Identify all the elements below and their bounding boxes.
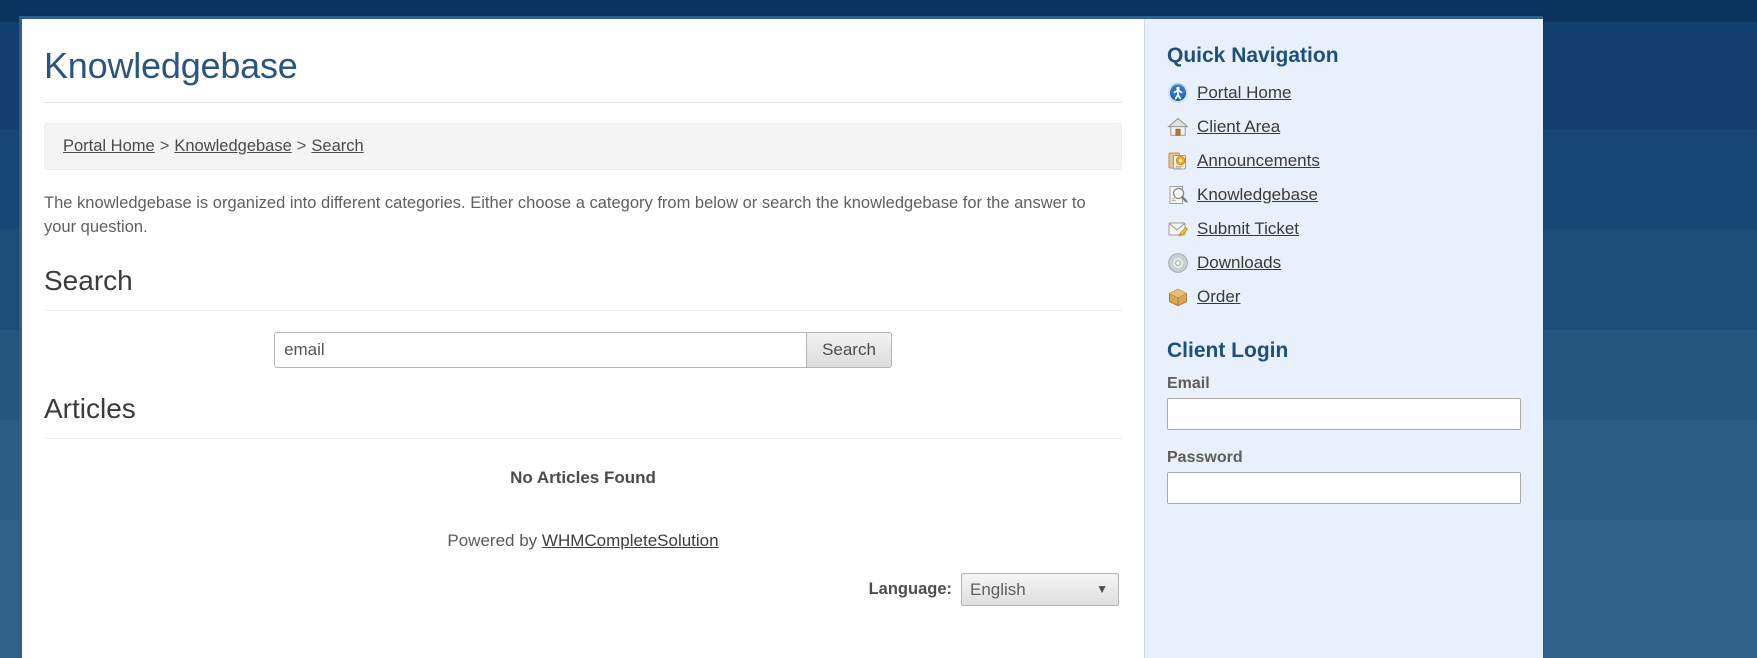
sidebar-item-label[interactable]: Portal Home bbox=[1197, 83, 1291, 103]
sidebar-item-order[interactable]: Order bbox=[1167, 286, 1521, 308]
breadcrumb-item-search[interactable]: Search bbox=[311, 137, 363, 155]
site-frame: Knowledgebase Portal Home > Knowledgebase >… bbox=[19, 16, 1543, 658]
sidebar-item-client-area[interactable]: Client Area bbox=[1167, 116, 1521, 138]
sidebar-item-label[interactable]: Knowledgebase bbox=[1197, 185, 1318, 205]
sidebar-item-announcements[interactable]: Announcements bbox=[1167, 150, 1521, 172]
language-select-wrapper: English ▼ bbox=[961, 572, 1119, 606]
articles-section-heading: Articles bbox=[44, 393, 136, 425]
sidebar-item-label[interactable]: Submit Ticket bbox=[1197, 219, 1299, 239]
sidebar-item-downloads[interactable]: Downloads bbox=[1167, 252, 1521, 274]
search-section-heading: Search bbox=[44, 265, 133, 297]
package-box-icon bbox=[1167, 286, 1189, 308]
breadcrumb-item-knowledgebase[interactable]: Knowledgebase bbox=[174, 137, 291, 155]
disc-icon bbox=[1167, 252, 1189, 274]
magnifier-document-icon bbox=[1167, 184, 1189, 206]
articles-section-divider bbox=[44, 437, 1122, 439]
sidebar-item-label[interactable]: Client Area bbox=[1197, 117, 1280, 137]
portal-home-icon bbox=[1167, 82, 1189, 104]
password-field[interactable] bbox=[1167, 472, 1521, 505]
intro-paragraph: The knowledgebase is organized into diff… bbox=[44, 194, 1086, 237]
whmcs-link[interactable]: WHMCompleteSolution bbox=[542, 531, 719, 550]
sidebar-item-knowledgebase[interactable]: Knowledgebase bbox=[1167, 184, 1521, 206]
client-login-heading: Client Login bbox=[1167, 339, 1289, 363]
title-divider bbox=[44, 102, 1122, 104]
quick-navigation-heading: Quick Navigation bbox=[1167, 44, 1339, 67]
powered-by-text: Powered by bbox=[447, 530, 538, 550]
sidebar-item-label[interactable]: Order bbox=[1197, 287, 1240, 307]
language-selector-row: Language: English ▼ bbox=[44, 572, 1122, 606]
sidebar: Quick Navigation Portal Home Client Area… bbox=[1144, 19, 1543, 658]
powered-by: Powered by WHMCompleteSolution bbox=[44, 531, 1122, 551]
email-label: Email bbox=[1167, 375, 1210, 393]
sidebar-item-label[interactable]: Downloads bbox=[1197, 253, 1281, 273]
search-form: Search bbox=[44, 332, 1122, 369]
search-input[interactable] bbox=[274, 332, 808, 369]
no-articles-message: No Articles Found bbox=[510, 467, 656, 487]
breadcrumb: Portal Home > Knowledgebase > Search bbox=[44, 123, 1122, 171]
password-label: Password bbox=[1167, 449, 1243, 467]
envelope-pencil-icon bbox=[1167, 218, 1189, 240]
breadcrumb-separator: > bbox=[159, 137, 170, 156]
email-field[interactable] bbox=[1167, 398, 1521, 431]
house-icon bbox=[1167, 116, 1189, 138]
page-title: Knowledgebase bbox=[44, 45, 298, 86]
search-section-divider bbox=[44, 310, 1122, 312]
language-select[interactable]: English bbox=[961, 572, 1119, 606]
main-content: Knowledgebase Portal Home > Knowledgebase >… bbox=[22, 19, 1144, 658]
search-button[interactable]: Search bbox=[807, 332, 892, 369]
sidebar-item-submit-ticket[interactable]: Submit Ticket bbox=[1167, 218, 1521, 240]
sidebar-item-label[interactable]: Announcements bbox=[1197, 151, 1320, 171]
breadcrumb-separator: > bbox=[296, 137, 307, 156]
language-label: Language: bbox=[868, 579, 952, 598]
sidebar-item-portal-home[interactable]: Portal Home bbox=[1167, 82, 1521, 104]
breadcrumb-item-portal-home[interactable]: Portal Home bbox=[63, 137, 155, 155]
announcements-icon bbox=[1167, 150, 1189, 172]
